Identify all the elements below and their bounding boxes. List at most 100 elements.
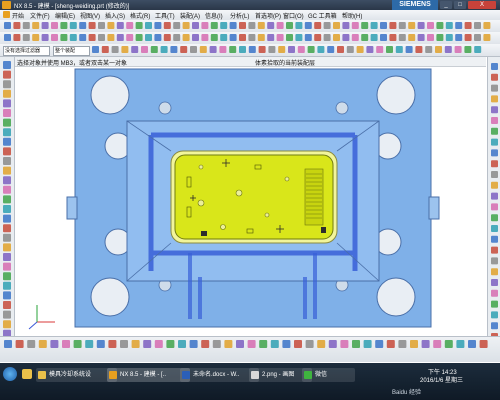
task-wechat[interactable]: 微信: [302, 368, 355, 382]
toolbar-icon[interactable]: [361, 22, 369, 29]
toolbar-icon[interactable]: [163, 22, 171, 29]
toolbar-icon[interactable]: [69, 22, 77, 29]
task-nx[interactable]: NX 8.5 - 建模 - [..: [107, 368, 190, 382]
toolbar-icon[interactable]: [50, 340, 59, 348]
toolbar-icon[interactable]: [201, 34, 209, 41]
toolbar-icon[interactable]: [327, 46, 335, 53]
toolbar-icon[interactable]: [210, 22, 218, 29]
toolbar-icon[interactable]: [333, 34, 340, 41]
toolbar-icon[interactable]: [417, 34, 425, 41]
toolbar-icon[interactable]: [436, 22, 444, 29]
toolbar-icon[interactable]: [154, 340, 163, 348]
toolbar-icon[interactable]: [351, 22, 359, 29]
minimize-button[interactable]: _: [440, 1, 452, 9]
menu-window[interactable]: 窗口(O): [283, 11, 304, 20]
toolbar-icon[interactable]: [229, 22, 237, 29]
toolbar-icon[interactable]: [398, 340, 407, 348]
toolbar-icon[interactable]: [143, 340, 152, 348]
toolbar-icon[interactable]: [3, 310, 11, 319]
toolbar-icon[interactable]: [3, 320, 11, 329]
toolbar-icon[interactable]: [135, 34, 143, 41]
toolbar-icon[interactable]: [27, 340, 36, 348]
toolbar-icon[interactable]: [111, 46, 119, 53]
toolbar-icon[interactable]: [145, 34, 152, 41]
toolbar-icon[interactable]: [3, 147, 11, 156]
toolbar-icon[interactable]: [3, 253, 11, 261]
standard-toolbar-icons[interactable]: [0, 20, 500, 32]
scope-select[interactable]: 整个装配: [53, 46, 90, 56]
toolbar-icon[interactable]: [145, 22, 152, 29]
toolbar-icon[interactable]: [107, 22, 115, 29]
toolbar-icon[interactable]: [85, 340, 94, 348]
feature-toolbar-icons[interactable]: [0, 32, 500, 44]
toolbar-icon[interactable]: [282, 340, 291, 348]
toolbar-icon[interactable]: [173, 34, 181, 41]
toolbar-icon[interactable]: [236, 340, 244, 348]
toolbar-icon[interactable]: [474, 22, 481, 29]
toolbar-icon[interactable]: [361, 34, 369, 41]
toolbar-icon[interactable]: [41, 22, 49, 29]
toolbar-icon[interactable]: [483, 22, 491, 29]
toolbar-icon[interactable]: [166, 340, 175, 348]
toolbar-icon[interactable]: [491, 203, 498, 211]
toolbar-icon[interactable]: [386, 340, 395, 348]
toolbar-icon[interactable]: [444, 46, 452, 53]
toolbar-icon[interactable]: [3, 291, 11, 300]
toolbar-icon[interactable]: [398, 34, 406, 41]
toolbar-icon[interactable]: [3, 89, 11, 98]
toolbar-icon[interactable]: [415, 46, 423, 53]
toolbar-icon[interactable]: [13, 34, 21, 41]
toolbar-icon[interactable]: [190, 46, 197, 53]
toolbar-icon[interactable]: [3, 109, 11, 117]
task-mold-cooling[interactable]: 模具冷却系统设: [36, 368, 117, 382]
clock-date[interactable]: 2016/1/6 星期三: [420, 375, 463, 384]
toolbar-icon[interactable]: [239, 46, 246, 53]
toolbar-icon[interactable]: [356, 46, 364, 53]
toolbar-icon[interactable]: [474, 46, 482, 53]
toolbar-icon[interactable]: [491, 311, 498, 319]
toolbar-icon[interactable]: [363, 340, 372, 348]
toolbar-icon[interactable]: [3, 301, 11, 309]
toolbar-icon[interactable]: [408, 22, 416, 29]
toolbar-icon[interactable]: [314, 34, 322, 41]
menu-file[interactable]: 文件(F): [30, 11, 50, 20]
toolbar-icon[interactable]: [491, 289, 498, 297]
toolbar-icon[interactable]: [352, 340, 360, 348]
toolbar-icon[interactable]: [4, 34, 11, 41]
toolbar-icon[interactable]: [98, 22, 105, 29]
toolbar-icon[interactable]: [421, 340, 430, 348]
toolbar-icon[interactable]: [51, 22, 58, 29]
toolbar-icon[interactable]: [491, 149, 498, 157]
toolbar-icon[interactable]: [380, 22, 387, 29]
toolbar-icon[interactable]: [182, 22, 190, 29]
toolbar-icon[interactable]: [3, 61, 11, 69]
menu-assembly[interactable]: 装配(A): [180, 11, 200, 20]
toolbar-icon[interactable]: [297, 46, 305, 53]
explorer-icon[interactable]: [22, 369, 32, 379]
close-button[interactable]: X: [468, 1, 496, 9]
toolbar-icon[interactable]: [267, 34, 275, 41]
toolbar-icon[interactable]: [150, 46, 158, 53]
toolbar-icon[interactable]: [333, 22, 340, 29]
toolbar-icon[interactable]: [276, 34, 284, 41]
toolbar-icon[interactable]: [304, 34, 312, 41]
toolbar-icon[interactable]: [491, 257, 498, 265]
toolbar-icon[interactable]: [199, 46, 207, 53]
toolbar-icon[interactable]: [491, 279, 498, 286]
toolbar-icon[interactable]: [209, 46, 217, 53]
toolbar-icon[interactable]: [276, 22, 284, 29]
toolbar-icon[interactable]: [126, 34, 134, 41]
toolbar-icon[interactable]: [410, 340, 418, 348]
toolbar-icon[interactable]: [173, 22, 181, 29]
toolbar-icon[interactable]: [3, 137, 11, 146]
toolbar-icon[interactable]: [3, 99, 11, 108]
toolbar-icon[interactable]: [3, 80, 11, 89]
left-palette-icons[interactable]: [0, 57, 14, 351]
toolbar-icon[interactable]: [317, 46, 325, 53]
toolbar-icon[interactable]: [491, 127, 498, 135]
toolbar-icon[interactable]: [131, 340, 140, 348]
toolbar-icon[interactable]: [417, 22, 425, 29]
toolbar-icon[interactable]: [3, 185, 11, 194]
toolbar-icon[interactable]: [342, 34, 350, 41]
toolbar-icon[interactable]: [13, 22, 21, 29]
